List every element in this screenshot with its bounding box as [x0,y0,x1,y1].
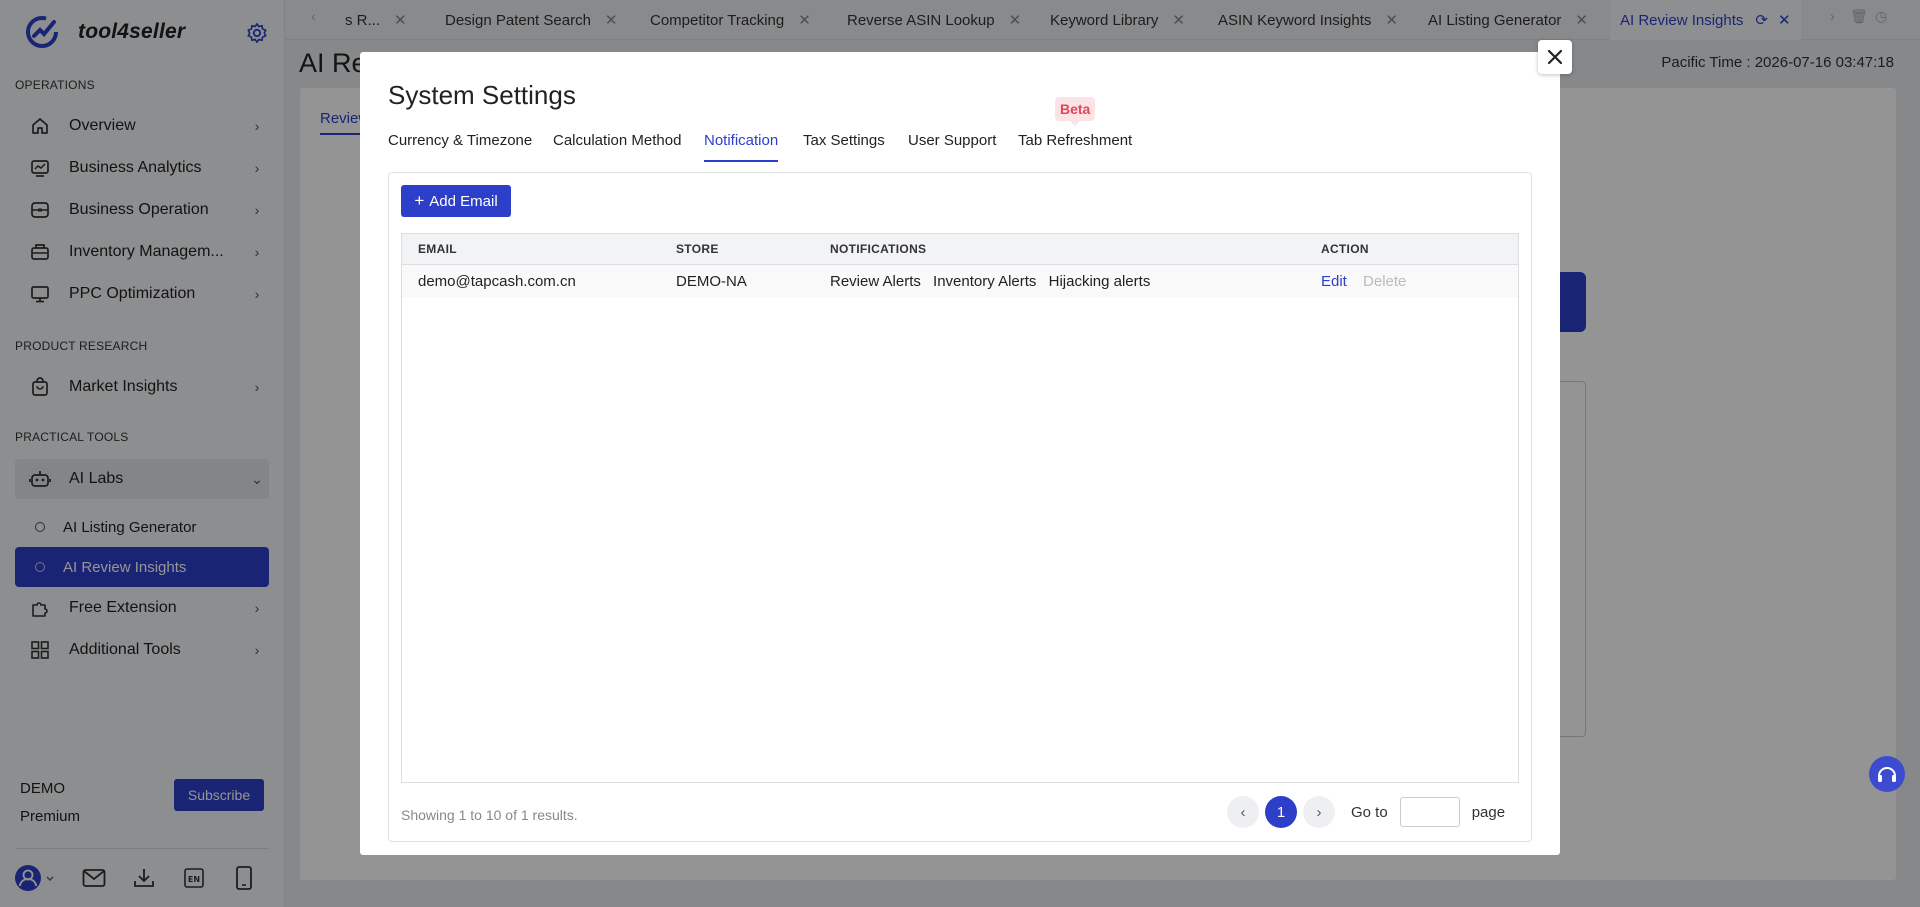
goto-label: Go to [1351,803,1388,821]
table-header: EMAIL STORE NOTIFICATIONS ACTION [402,234,1518,265]
results-summary: Showing 1 to 10 of 1 results. [401,807,578,823]
cell-notifications: Review Alerts Inventory Alerts Hijacking… [830,273,1158,290]
tab-calculation-method[interactable]: Calculation Method [553,132,681,162]
header-store: STORE [676,242,719,256]
notification-tag: Review Alerts [830,273,921,290]
header-action: ACTION [1321,242,1369,256]
close-icon [1547,49,1563,65]
notification-tag: Inventory Alerts [933,273,1037,290]
cell-action: Edit Delete [1321,273,1406,290]
add-email-button[interactable]: + Add Email [401,185,511,217]
next-page-icon[interactable]: › [1303,796,1335,828]
beta-badge: Beta [1055,97,1096,126]
table-row: demo@tapcash.com.cn DEMO-NA Review Alert… [402,265,1518,297]
tab-user-support[interactable]: User Support [908,132,996,162]
page-number-current[interactable]: 1 [1265,796,1297,828]
page-label: page [1471,803,1506,821]
header-email: EMAIL [418,242,457,256]
delete-link[interactable]: Delete [1363,273,1406,290]
edit-link[interactable]: Edit [1321,273,1347,290]
tab-currency-timezone[interactable]: Currency & Timezone [388,132,532,162]
header-notifications: NOTIFICATIONS [830,242,927,256]
plus-icon: + [414,191,425,210]
notification-tag: Hijacking alerts [1048,273,1151,290]
prev-page-icon[interactable]: ‹ [1227,796,1259,828]
tab-notification[interactable]: Notification [704,132,779,162]
tab-tab-refreshment[interactable]: Tab Refreshment [1018,132,1132,162]
cell-email: demo@tapcash.com.cn [418,273,576,290]
modal-close-button[interactable] [1538,40,1572,74]
pagination: ‹ 1 › Go to page [1227,795,1505,829]
modal-title: System Settings [388,80,576,110]
cell-store: DEMO-NA [676,273,747,290]
floating-support-icon[interactable] [1869,756,1905,792]
goto-page-input[interactable] [1399,797,1460,827]
notification-panel: + Add Email EMAIL STORE NOTIFICATIONS AC… [388,172,1532,842]
notification-table: EMAIL STORE NOTIFICATIONS ACTION demo@ta… [401,233,1519,783]
add-email-label: Add Email [429,192,498,210]
tab-tax-settings[interactable]: Tax Settings [803,132,885,162]
system-settings-modal: System Settings Beta Currency & Timezone… [360,52,1560,855]
